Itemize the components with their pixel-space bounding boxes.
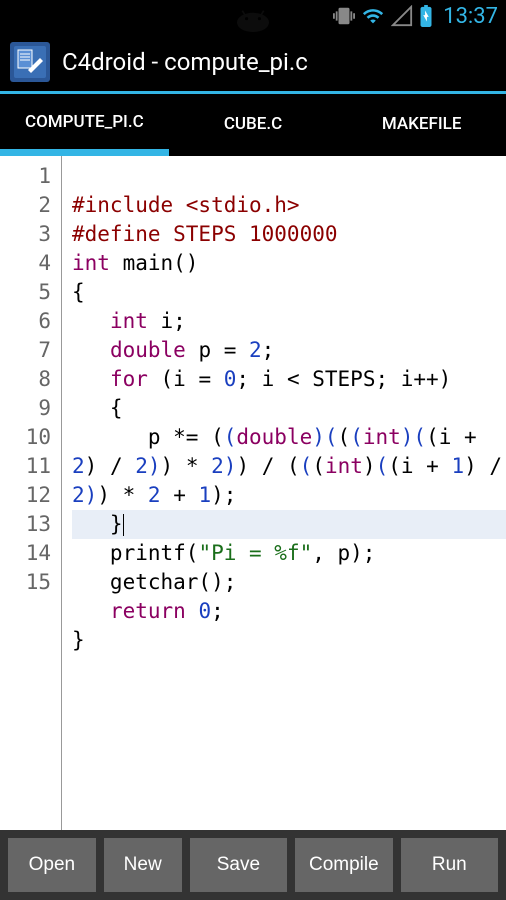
new-button[interactable]: New [104, 838, 182, 892]
signal-icon [391, 5, 413, 27]
wifi-icon [361, 5, 385, 27]
app-icon [10, 42, 50, 82]
android-logo-bg [218, 0, 288, 32]
tabs-bar: COMPUTE_PI.C CUBE.C MAKEFILE [0, 94, 506, 156]
tab-makefile[interactable]: MAKEFILE [337, 94, 506, 156]
battery-icon [419, 5, 433, 27]
tab-label: MAKEFILE [382, 114, 462, 134]
status-bar: 13:37 [0, 0, 506, 32]
bottom-toolbar: Open New Save Compile Run [0, 830, 506, 900]
save-button[interactable]: Save [190, 838, 287, 892]
app-title: C4droid - compute_pi.c [62, 48, 308, 76]
line-gutter: 123456789101112131415 [0, 156, 62, 836]
app-header: C4droid - compute_pi.c [0, 32, 506, 94]
status-time: 13:37 [443, 4, 498, 29]
code-editor[interactable]: 123456789101112131415 #include <stdio.h>… [0, 156, 506, 836]
code-area[interactable]: #include <stdio.h>#define STEPS 1000000i… [62, 156, 506, 836]
open-button[interactable]: Open [8, 838, 96, 892]
run-button[interactable]: Run [401, 838, 498, 892]
tab-label: CUBE.C [224, 114, 282, 134]
tab-label: COMPUTE_PI.C [25, 112, 144, 132]
compile-button[interactable]: Compile [295, 838, 392, 892]
tab-compute-pi[interactable]: COMPUTE_PI.C [0, 94, 169, 156]
tab-cube[interactable]: CUBE.C [169, 94, 338, 156]
vibrate-icon [333, 5, 355, 27]
